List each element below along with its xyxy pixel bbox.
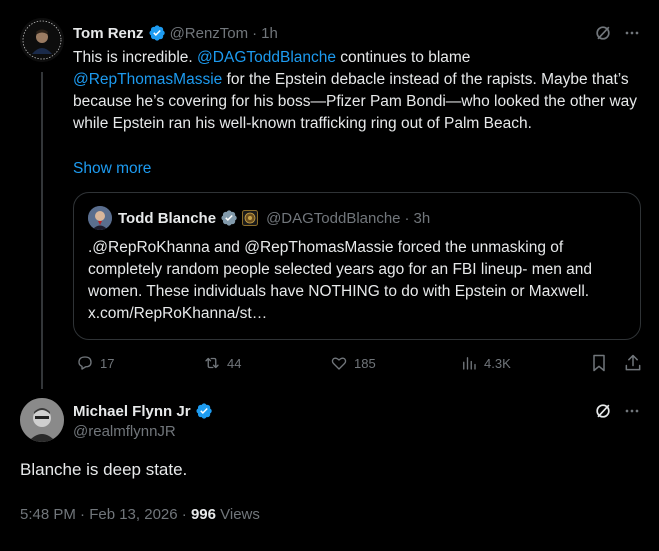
mention-dagtoddblanche[interactable]: @DAGToddBlanche	[197, 49, 336, 66]
grok-icon[interactable]	[593, 23, 613, 43]
quote-header: Todd Blanche @DAGToddBlanche · 3h	[118, 207, 430, 229]
tweet1-text: This is incredible. @DAGToddBlanche cont…	[73, 47, 641, 135]
avatar-todd-blanche[interactable]	[88, 206, 112, 230]
repost-button[interactable]: 44	[203, 354, 241, 372]
views-button[interactable]: 4.3K	[460, 354, 511, 372]
bookmark-icon[interactable]	[589, 353, 609, 373]
timestamp[interactable]: 5:48 PM · Feb 13, 2026 ·	[20, 506, 191, 523]
views-label: Views	[215, 506, 260, 523]
quote-author-handle: @DAGToddBlanche	[266, 209, 401, 227]
more-options-icon[interactable]	[622, 23, 642, 43]
tweet1-header: Tom Renz @RenzTom · 1h	[73, 22, 278, 44]
quote-time: 3h	[413, 209, 431, 227]
verified-badge-icon	[149, 25, 165, 41]
more-options-icon[interactable]	[622, 401, 642, 421]
heart-icon	[331, 357, 347, 370]
avatar-image-icon	[20, 398, 64, 442]
tweet-text-part: This is incredible.	[73, 49, 198, 66]
verified-badge-gray-icon	[221, 210, 237, 226]
quote-author-name: Todd Blanche	[118, 209, 217, 227]
author-name[interactable]: Michael Flynn Jr	[73, 403, 191, 420]
doj-affiliation-seal-icon	[242, 210, 259, 226]
author-handle[interactable]: @RenzTom	[170, 25, 249, 42]
grok-icon[interactable]	[593, 401, 613, 421]
avatar-michael-flynn-jr[interactable]	[20, 398, 64, 442]
reply-button[interactable]: 17	[76, 354, 114, 372]
separator-dot: ·	[252, 24, 258, 42]
tweet-time[interactable]: 1h	[261, 25, 278, 42]
thread-connector-line	[41, 72, 43, 389]
tweet2-text: Blanche is deep state.	[20, 460, 188, 479]
repost-icon	[205, 357, 219, 369]
tweet-text-part: continues to blame	[336, 49, 471, 66]
author-name[interactable]: Tom Renz	[73, 25, 144, 42]
tweet-meta: 5:48 PM · Feb 13, 2026 · 996 Views	[20, 506, 260, 523]
reply-icon	[78, 356, 92, 370]
views-count: 996	[190, 506, 216, 523]
like-count: 185	[354, 355, 376, 371]
reply-count: 17	[100, 355, 115, 371]
show-more-link[interactable]: Show more	[73, 158, 151, 180]
mention-repthomasmassie[interactable]: @RepThomasMassie	[73, 71, 222, 88]
repost-count: 44	[227, 355, 242, 371]
analytics-bar-icon	[463, 357, 476, 370]
avatar-image-icon	[88, 206, 112, 230]
quote-text: .@RepRoKhanna and @RepThomasMassie force…	[88, 239, 593, 322]
author-handle[interactable]: @realmflynnJR	[73, 423, 176, 440]
separator-dot: ·	[404, 209, 410, 227]
like-button[interactable]: 185	[330, 354, 376, 372]
avatar-image-icon	[20, 18, 64, 62]
verified-badge-icon	[196, 403, 212, 419]
share-icon[interactable]	[623, 353, 643, 373]
avatar-tom-renz[interactable]	[20, 18, 64, 62]
view-count: 4.3K	[484, 355, 511, 371]
tweet2-header: Michael Flynn Jr	[73, 400, 213, 422]
